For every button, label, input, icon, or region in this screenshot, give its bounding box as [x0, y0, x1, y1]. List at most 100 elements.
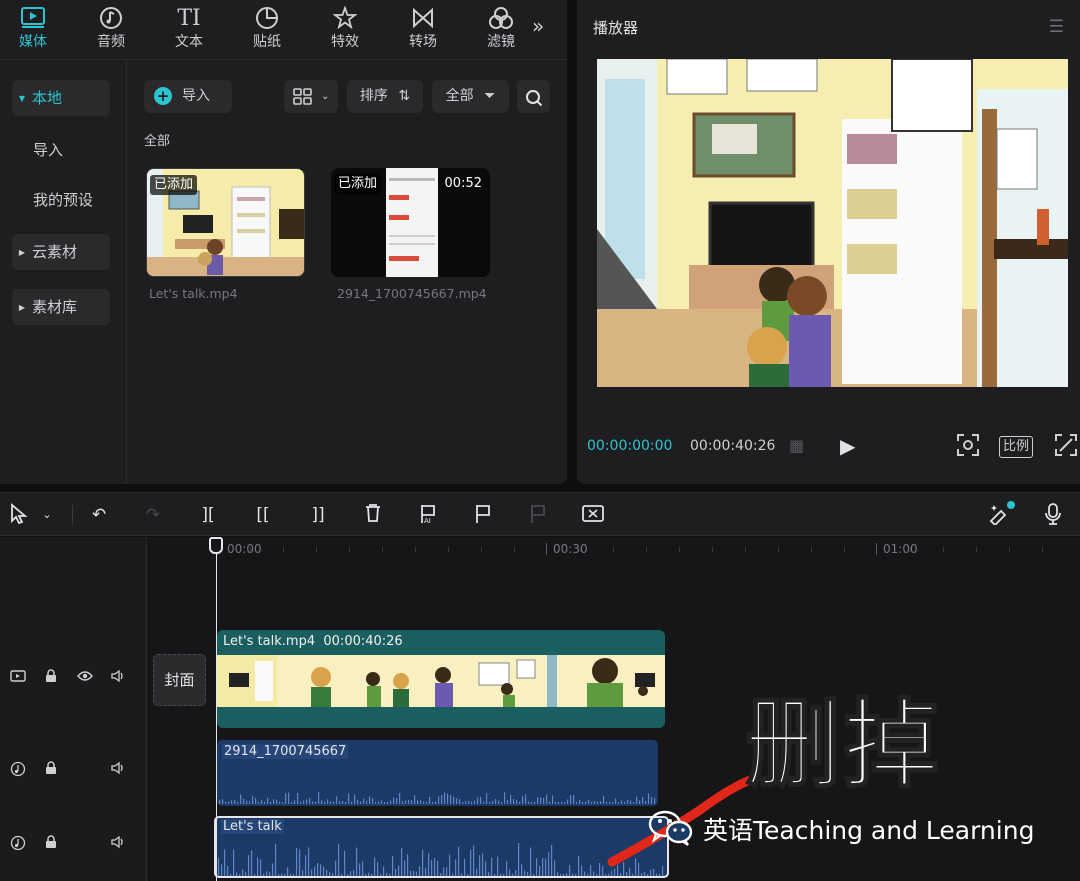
sidebar-item-my-presets[interactable]: 我的预设	[12, 182, 110, 218]
ai-marker-icon[interactable]: AI	[415, 503, 441, 527]
waveform-bar	[506, 861, 508, 876]
waveform-bar	[528, 801, 530, 804]
playhead-line[interactable]	[216, 541, 217, 881]
video-clip-filmstrip	[217, 655, 665, 707]
waveform-bar	[479, 855, 481, 876]
tab-sticker[interactable]: 贴纸	[237, 6, 297, 56]
speaker-icon[interactable]	[108, 835, 128, 855]
video-clip[interactable]: Let's talk.mp4 00:00:40:26	[217, 630, 665, 728]
caret-down-icon: ▼	[18, 93, 26, 103]
waveform-bar	[371, 873, 373, 876]
sidebar-item-import[interactable]: 导入	[12, 132, 110, 168]
waveform-bar	[647, 873, 649, 876]
search-button[interactable]	[517, 80, 550, 113]
time-ruler[interactable]: 00:00 00:30 01:00	[147, 537, 1080, 563]
sidebar-item-library[interactable]: ▶ 素材库	[12, 289, 110, 325]
waveform-bar	[245, 871, 247, 876]
redo-icon[interactable]: ↷	[140, 503, 166, 527]
trim-right-icon[interactable]: ]]	[305, 503, 331, 527]
waveform-bar	[285, 793, 287, 804]
chevron-down-icon[interactable]: ⌄	[34, 503, 60, 527]
undo-icon[interactable]: ↶	[86, 503, 112, 527]
waveform-bar	[462, 801, 464, 804]
waveform-bar	[362, 861, 364, 876]
sort-button[interactable]: 排序 ⇅	[347, 80, 423, 113]
audio-track-icon	[8, 835, 28, 855]
waveform-bar	[407, 854, 409, 876]
waveform-bar	[296, 847, 298, 876]
waveform-bar	[276, 799, 278, 804]
waveform-bar	[416, 871, 418, 876]
lock-icon[interactable]	[41, 669, 61, 689]
waveform-bar	[521, 864, 523, 876]
lock-icon[interactable]	[41, 761, 61, 781]
waveform-bar	[563, 873, 565, 876]
more-tabs-icon[interactable]: »	[532, 14, 544, 38]
ruler-minor-tick	[283, 547, 284, 552]
marker-flag-icon[interactable]	[470, 503, 496, 527]
waveform-bar	[239, 873, 241, 876]
cover-button[interactable]: 封面	[153, 654, 206, 706]
tab-audio[interactable]: 音频	[81, 6, 141, 56]
tab-media[interactable]: 媒体	[3, 6, 63, 56]
waveform-bar	[570, 795, 572, 804]
remove-background-icon[interactable]	[580, 503, 606, 527]
microphone-icon[interactable]	[1040, 503, 1066, 527]
waveform-bar	[317, 862, 319, 876]
playhead-handle[interactable]	[209, 537, 223, 554]
waveform-bar	[557, 872, 559, 876]
delete-icon[interactable]	[360, 503, 386, 527]
waveform-bar	[315, 801, 317, 804]
tab-text[interactable]: TI 文本	[159, 6, 219, 56]
play-button[interactable]: ▶	[840, 434, 855, 458]
view-mode-button[interactable]: ⌄	[284, 80, 338, 113]
waveform-bar	[419, 866, 421, 876]
waveform-bar	[257, 857, 259, 876]
tab-filter[interactable]: 滤镜	[471, 6, 531, 56]
speaker-icon[interactable]	[108, 669, 128, 689]
import-label: 导入	[182, 88, 210, 104]
ruler-minor-tick	[316, 547, 317, 552]
eye-icon[interactable]	[75, 669, 95, 689]
notification-dot	[1007, 501, 1015, 509]
waveform-bar	[381, 800, 383, 804]
lock-icon[interactable]	[41, 835, 61, 855]
waveform-bar	[497, 856, 499, 876]
sort-icon: ⇅	[398, 88, 411, 104]
media-item-2914[interactable]: 已添加 00:52	[331, 168, 490, 277]
grid-toggle-icon[interactable]: ▦	[789, 436, 804, 455]
hamburger-menu-icon[interactable]: ☰	[1049, 17, 1064, 37]
waveform-bar	[254, 873, 256, 876]
waveform-bar	[389, 873, 391, 876]
split-icon[interactable]: ][	[195, 503, 221, 527]
waveform-bar	[566, 873, 568, 876]
speaker-icon[interactable]	[108, 761, 128, 781]
trim-left-icon[interactable]: [[	[250, 503, 276, 527]
waveform-bar	[549, 801, 551, 804]
import-button[interactable]: + 导入	[144, 80, 232, 113]
sidebar-item-local[interactable]: ▼ 本地	[12, 80, 110, 116]
tab-effects[interactable]: 特效	[315, 5, 375, 56]
fit-screen-icon[interactable]	[957, 434, 979, 461]
tab-transition[interactable]: 转场	[393, 6, 453, 56]
fullscreen-icon[interactable]	[1055, 434, 1077, 461]
waveform-bar	[431, 859, 433, 876]
waveform-bar	[270, 801, 272, 804]
media-item-lets-talk[interactable]: 已添加	[146, 168, 305, 277]
waveform-bar	[332, 873, 334, 876]
waveform-bar	[425, 867, 427, 876]
select-pointer-icon[interactable]	[6, 503, 32, 527]
tab-label: 文本	[175, 34, 203, 50]
waveform-bar	[579, 799, 581, 804]
filter-button[interactable]: 全部 ⏷	[432, 80, 509, 113]
waveform-bar	[536, 858, 538, 876]
sidebar-item-cloud[interactable]: ▶ 云素材	[12, 234, 110, 270]
waveform-bar	[279, 801, 281, 804]
waveform-bar	[500, 873, 502, 876]
waveform-bar	[420, 800, 422, 804]
waveform-bar	[383, 866, 385, 876]
marker-flag-disabled-icon[interactable]	[525, 503, 551, 527]
aspect-ratio-button[interactable]: 比例	[999, 436, 1034, 458]
audio-clip-2914[interactable]: 2914_1700745667	[217, 740, 658, 806]
tab-label: 音频	[97, 34, 125, 50]
